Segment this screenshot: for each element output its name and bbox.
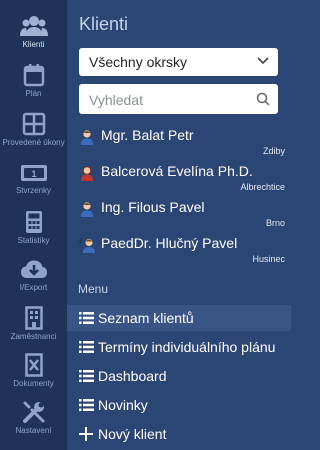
rail-label: Klienti: [22, 40, 45, 49]
person-male-icon: [81, 202, 93, 217]
rail-label: Plán: [25, 89, 42, 98]
tools-icon: [22, 401, 44, 423]
money-icon: 1: [20, 165, 47, 181]
rail-item-dokumenty[interactable]: Dokumenty: [0, 353, 67, 388]
menu-item-novy-klient[interactable]: Nový klient: [67, 421, 291, 447]
rail-item-plan[interactable]: Plán: [0, 63, 67, 98]
rail-label: Stvrzenky: [15, 186, 52, 195]
document-icon: [24, 353, 43, 377]
search-icon[interactable]: [256, 92, 270, 106]
calculator-icon: [25, 211, 42, 233]
search-input[interactable]: [87, 84, 251, 116]
rail-item-stvrzenky[interactable]: 1 Stvrzenky: [0, 162, 67, 195]
menu-item-label: Dashboard: [98, 368, 167, 384]
district-select[interactable]: Všechny okrsky: [79, 48, 278, 76]
list-icon: [79, 341, 94, 353]
list-icon: [79, 312, 94, 324]
grid-icon: [22, 112, 45, 136]
rail-item-nastaveni[interactable]: Nastavení: [0, 400, 67, 435]
rail-label: Statistiky: [17, 236, 50, 245]
icon-rail: Klienti Plán Provedené úkony 1 Stvrzenky: [0, 0, 67, 450]
rail-label: I/Export: [19, 283, 48, 292]
rail-label: Zaměstnanci: [10, 332, 57, 341]
client-city: Husinec: [252, 254, 285, 264]
app: Klienti Plán Provedené úkony 1 Stvrzenky: [0, 0, 291, 450]
rail-item-statistiky[interactable]: Statistiky: [0, 210, 67, 245]
menu-item-terminy[interactable]: Termíny individuálního plánu: [67, 334, 291, 360]
menu-item-novinky[interactable]: Novinky: [67, 392, 291, 418]
client-city: Zdiby: [262, 146, 285, 156]
building-icon: [24, 306, 43, 330]
client-row[interactable]: Ing. Filous Pavel Brno: [67, 196, 291, 232]
rail-item-provedene-ukony[interactable]: Provedené úkony: [0, 112, 67, 147]
district-select-value: Všechny okrsky: [89, 54, 188, 70]
client-name: Mgr. Balat Petr: [101, 127, 194, 143]
person-male-icon: [81, 130, 93, 145]
panel-title: Klienti: [79, 14, 129, 34]
person-male-sleeping-icon: Z: [79, 239, 95, 253]
client-name: PaedDr. Hlučný Pavel: [101, 235, 238, 251]
sleep-badge: Z: [79, 239, 83, 245]
client-row[interactable]: Balcerová Evelína Ph.D. Albrechtice: [67, 160, 291, 196]
rail-item-klienti[interactable]: Klienti: [0, 14, 67, 49]
menu-item-seznam-klientu[interactable]: Seznam klientů: [67, 305, 291, 331]
plus-icon: [79, 427, 93, 441]
rail-label: Provedené úkony: [2, 138, 65, 147]
menu-item-label: Nový klient: [98, 426, 167, 442]
menu-item-label: Seznam klientů: [98, 310, 194, 326]
client-name: Balcerová Evelína Ph.D.: [101, 163, 253, 179]
rail-item-iexport[interactable]: I/Export: [0, 259, 67, 292]
search-box: [79, 84, 278, 116]
menu-heading: Menu: [78, 282, 109, 296]
menu-item-dashboard[interactable]: Dashboard: [67, 363, 291, 389]
menu-item-label: Termíny individuálního plánu: [98, 339, 276, 355]
client-city: Albrechtice: [240, 182, 285, 192]
list-icon: [79, 399, 94, 411]
svg-text:1: 1: [31, 169, 36, 179]
clients-panel: Klienti Všechny okrsky Mgr. Balat Petr Z…: [67, 0, 291, 450]
client-city: Brno: [265, 218, 285, 228]
menu-item-label: Novinky: [98, 397, 148, 413]
list-icon: [79, 370, 94, 382]
cloud-download-icon: [20, 260, 47, 278]
calendar-icon: [23, 64, 44, 87]
client-name: Ing. Filous Pavel: [101, 199, 205, 215]
client-row[interactable]: Z PaedDr. Hlučný Pavel Husinec: [67, 232, 291, 268]
client-row[interactable]: Mgr. Balat Petr Zdiby: [67, 124, 291, 160]
people-icon: [19, 16, 48, 36]
rail-item-zamestnanci[interactable]: Zaměstnanci: [0, 306, 67, 341]
person-female-icon: [81, 166, 93, 181]
rail-label: Nastavení: [15, 426, 52, 435]
chevron-down-icon: [257, 57, 269, 65]
rail-label: Dokumenty: [13, 379, 54, 388]
